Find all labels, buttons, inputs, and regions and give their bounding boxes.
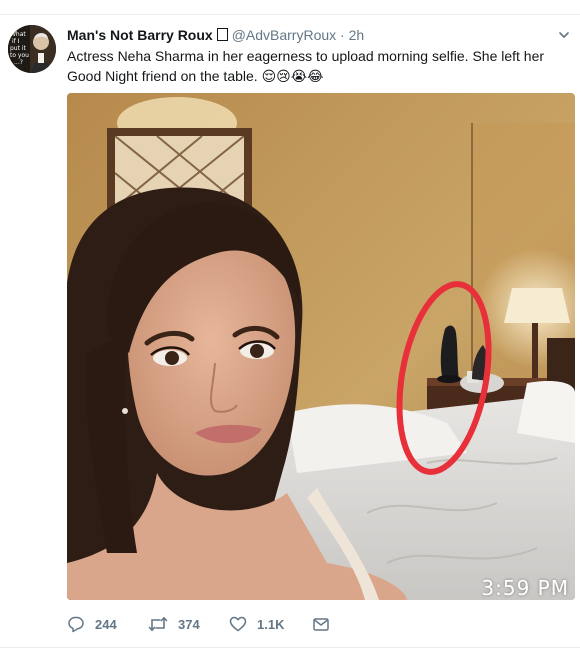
svg-text:put it: put it	[10, 45, 27, 52]
reply-icon	[68, 616, 84, 633]
heart-icon	[229, 616, 247, 632]
direct-message-button[interactable]	[312, 615, 330, 633]
avatar[interactable]: What if I put it to you ...?	[8, 25, 56, 73]
svg-text:What: What	[10, 31, 26, 38]
tweet-text: Actress Neha Sharma in her eagerness to …	[67, 46, 567, 86]
tweet-header: Man's Not Barry Roux @AdvBarryRoux · 2h	[67, 26, 570, 44]
like-count: 1.1K	[257, 616, 285, 632]
avatar-image: What if I put it to you ...?	[8, 25, 56, 73]
handle[interactable]: @AdvBarryRoux	[232, 27, 336, 43]
reply-count: 244	[95, 616, 117, 632]
tweet-actions: 244 374 1.1K	[67, 613, 330, 635]
like-button[interactable]: 1.1K	[229, 615, 312, 633]
tweet-photo[interactable]: 3:59 PM	[67, 93, 575, 600]
tweet[interactable]: What if I put it to you ...? Man's Not B…	[0, 15, 580, 647]
display-name[interactable]: Man's Not Barry Roux	[67, 27, 213, 43]
reply-button[interactable]: 244	[67, 615, 148, 633]
missing-glyph-icon	[216, 28, 228, 41]
svg-text:to you: to you	[10, 52, 29, 59]
tweet-time[interactable]: 2h	[349, 27, 365, 43]
envelope-icon	[313, 618, 329, 631]
retweet-button[interactable]: 374	[148, 615, 229, 633]
svg-text:...?: ...?	[14, 59, 23, 66]
emoji-sequence: 😌😢😭😂	[261, 68, 324, 84]
retweet-count: 374	[178, 616, 200, 632]
previous-tweet-divider	[0, 0, 580, 15]
separator-dot: ·	[340, 27, 345, 43]
selfie-image	[67, 93, 575, 600]
svg-text:if I: if I	[12, 38, 20, 45]
chevron-down-icon[interactable]	[558, 29, 570, 41]
next-tweet-divider	[0, 647, 580, 663]
photo-timestamp: 3:59 PM	[481, 576, 569, 600]
retweet-icon	[148, 617, 168, 631]
